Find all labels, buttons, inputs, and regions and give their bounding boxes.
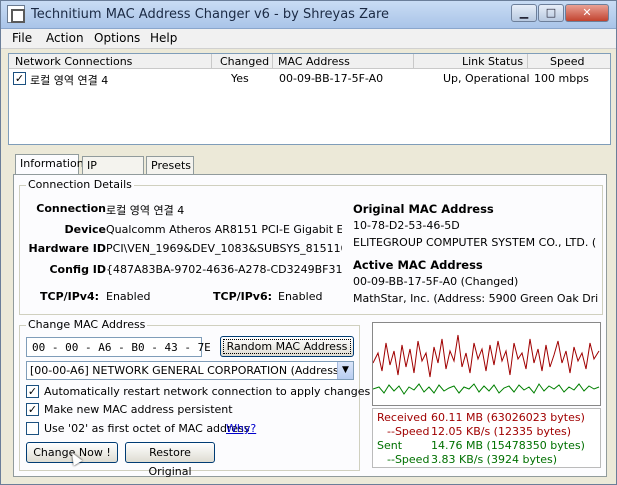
mac-value: 00-09-BB-17-5F-A0 [279,72,384,85]
list-header: Network Connections Changed MAC Address … [9,54,610,69]
sent-speed-label: --Speed [387,453,430,466]
row-checkbox[interactable]: ✓ [13,72,26,85]
connection-name: 로컬 영역 연결 4 [30,74,109,87]
network-connections-list[interactable]: Network Connections Changed MAC Address … [8,53,611,145]
menu-options[interactable]: Options [94,31,140,45]
active-vendor: MathStar, Inc. (Address: 5900 Green Oak … [353,292,598,305]
traffic-stats: Received 60.11 MB (63026023 bytes) --Spe… [372,408,601,468]
received-speed-line [373,334,600,378]
restart-checkbox-label: Automatically restart network connection… [44,385,371,398]
table-row[interactable]: ✓ 로컬 영역 연결 4 Yes 00-09-BB-17-5F-A0 Up, O… [9,70,610,87]
chevron-down-icon[interactable]: ▼ [337,362,353,379]
persist-checkbox[interactable]: ✓ [26,403,39,416]
menu-bar: File Action Options Help [1,29,616,49]
traffic-graph [372,322,601,406]
vendor-select-value: [00-00-A6] NETWORK GENERAL CORPORATION (… [30,364,354,377]
col-changed[interactable]: Changed [220,55,269,68]
tab-presets[interactable]: Presets [146,156,194,175]
restore-original-button[interactable]: Restore Original [125,442,215,478]
link-status-value: Up, Operational [443,72,530,85]
connection-details-title: Connection Details [26,178,134,191]
use-02-checkbox[interactable] [26,422,39,435]
config-id-value: {487A83BA-9702-4636-A278-CD3249BF31DB} [106,263,342,276]
col-speed[interactable]: Speed [550,55,584,68]
tab-ip-address[interactable]: IP Address [82,156,144,185]
tab-information[interactable]: Information [15,154,84,176]
hardware-id-label: Hardware ID [28,242,106,255]
maximize-button[interactable]: □ [538,4,564,22]
sent-speed-line [373,383,600,395]
device-value: Qualcomm Atheros AR8151 PCI-E Gigabit Et… [106,223,342,236]
close-button[interactable]: ✕ [565,4,609,22]
sent-speed-value: 3.83 KB/s (3924 bytes) [431,453,558,466]
col-mac-address[interactable]: MAC Address [278,55,350,68]
why-link[interactable]: Why? [226,422,256,435]
original-mac-value: 10-78-D2-53-46-5D [353,219,460,232]
title-bar[interactable]: Technitium MAC Address Changer v6 - by S… [1,1,616,29]
persist-checkbox-label: Make new MAC address persistent [44,403,233,416]
restart-checkbox[interactable]: ✓ [26,385,39,398]
random-mac-button[interactable]: Random MAC Address [220,336,354,357]
active-mac-label: Active MAC Address [353,258,483,272]
received-speed-label: --Speed [387,425,430,438]
speed-value: 100 mbps [534,72,589,85]
changed-value: Yes [231,72,249,85]
change-mac-title: Change MAC Address [26,318,148,331]
mac-address-input[interactable]: 00 - 00 - A6 - B0 - 43 - 7E [26,337,211,357]
menu-action[interactable]: Action [46,31,84,45]
original-mac-label: Original MAC Address [353,202,494,216]
random-mac-label: Random MAC Address [222,339,352,354]
config-id-label: Config ID [49,263,106,276]
tcpv6-label: TCP/IPv6: [213,290,273,303]
received-speed-value: 12.05 KB/s (12335 bytes) [431,425,572,438]
information-panel: Connection Details Connection 로컬 영역 연결 4… [13,174,607,478]
sent-label: Sent [377,439,403,452]
hardware-id-value: PCI\VEN_1969&DEV_1083&SUBSYS_8151101S [106,242,342,255]
app-window: Technitium MAC Address Changer v6 - by S… [0,0,617,485]
active-mac-value: 00-09-BB-17-5F-A0 (Changed) [353,275,519,288]
col-link-status[interactable]: Link Status [462,55,523,68]
tcpv4-value: Enabled [106,290,151,303]
connection-label: Connection [36,202,106,215]
menu-file[interactable]: File [12,31,32,45]
received-value: 60.11 MB (63026023 bytes) [431,411,585,424]
original-vendor: ELITEGROUP COMPUTER SYSTEM CO., LTD. ( [353,236,597,249]
tcpv6-value: Enabled [278,290,323,303]
received-label: Received [377,411,428,424]
window-title: Technitium MAC Address Changer v6 - by S… [31,7,389,22]
device-label: Device [64,223,106,236]
connection-value: 로컬 영역 연결 4 [106,204,185,217]
vendor-select[interactable]: [00-00-A6] NETWORK GENERAL CORPORATION (… [26,361,354,380]
menu-help[interactable]: Help [150,31,177,45]
connection-details-group: Connection Details Connection 로컬 영역 연결 4… [19,178,603,315]
col-network-connections[interactable]: Network Connections [15,55,132,68]
traffic-graph-svg [373,334,600,395]
sent-value: 14.76 MB (15478350 bytes) [431,439,585,452]
app-icon [7,5,25,23]
tcpv4-label: TCP/IPv4: [40,290,100,303]
use-02-checkbox-label: Use '02' as first octet of MAC address [44,422,250,435]
minimize-button[interactable]: ▁ [511,4,537,22]
